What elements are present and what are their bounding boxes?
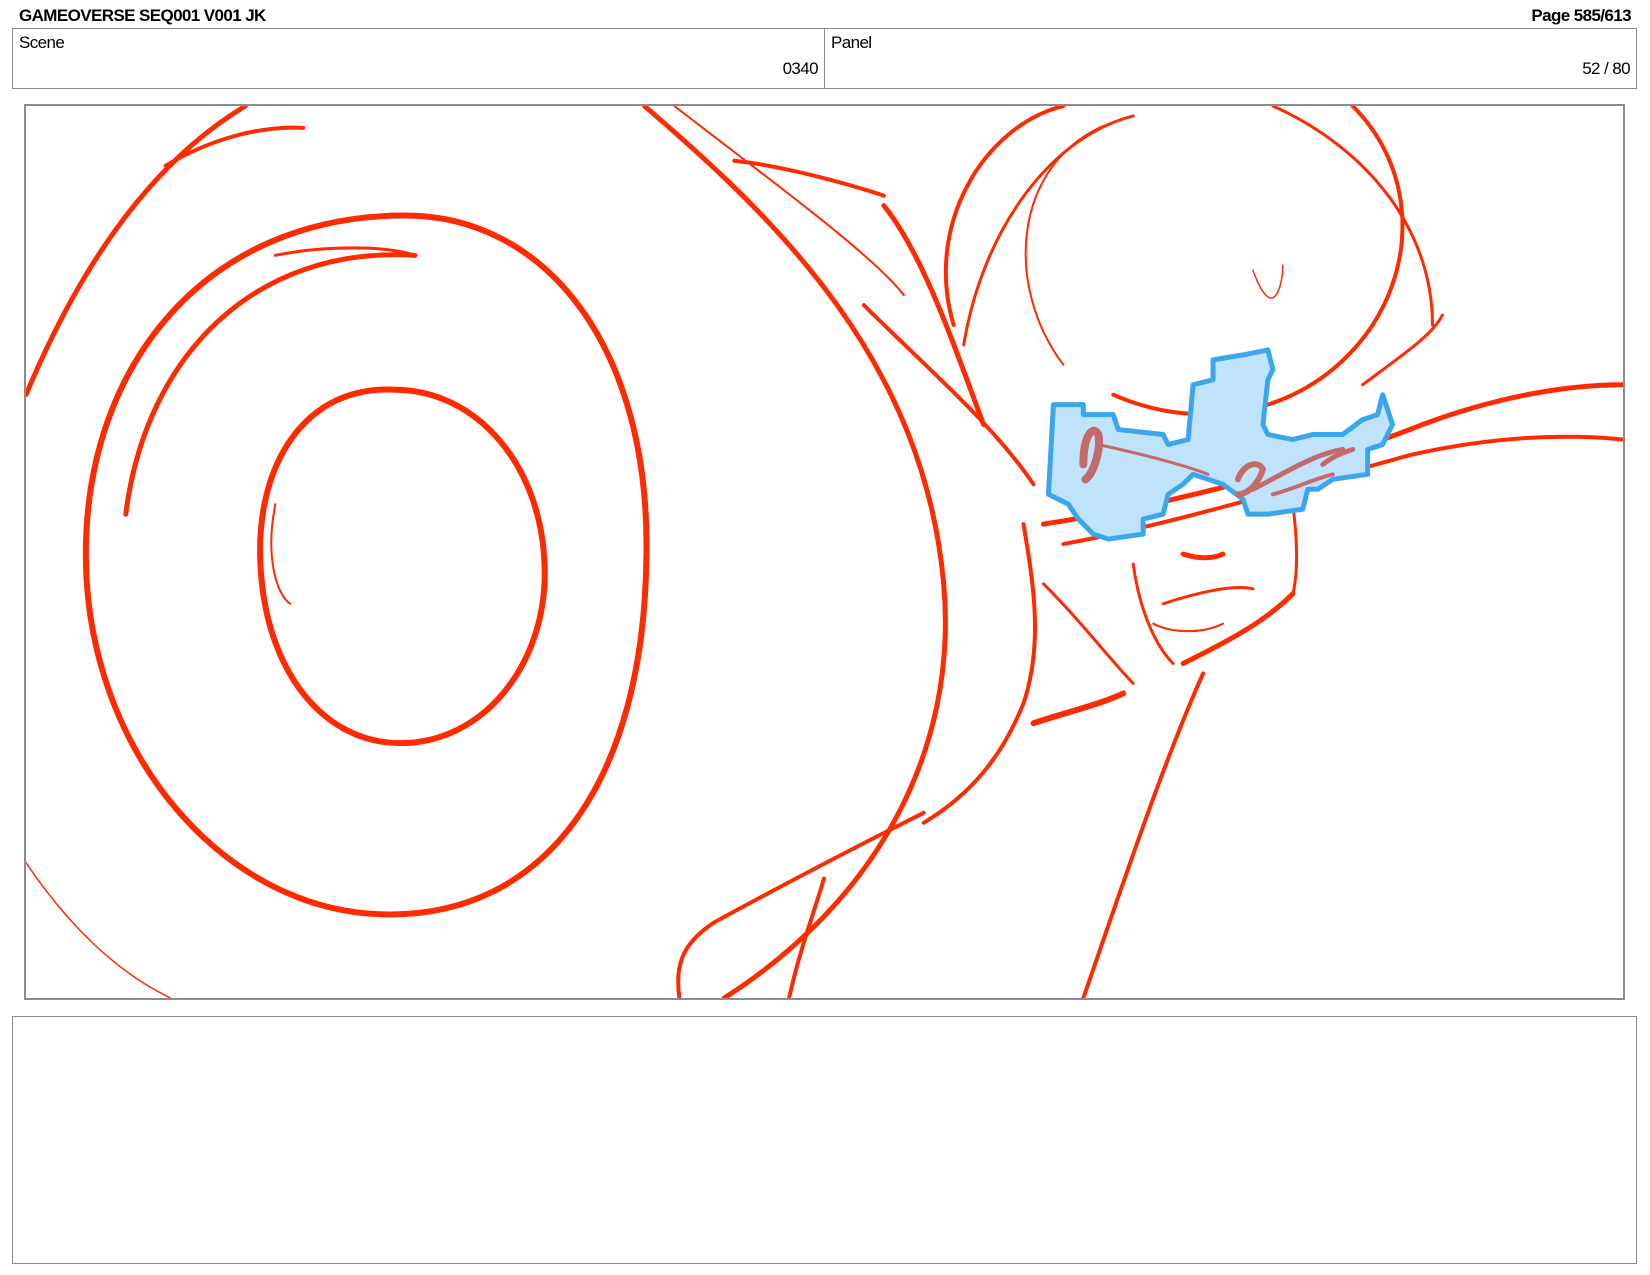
sketch-stroke-outer-arc [26,106,248,398]
panel-cell: Panel 52 / 80 [824,29,1636,88]
sketch-stroke-face [1131,562,1175,665]
scene-label: Scene [19,33,65,52]
panel-value: 52 / 80 [1582,59,1630,78]
shot-info-table: Scene 0340 Panel 52 / 80 [12,28,1637,89]
scene-cell: Scene 0340 [13,29,824,88]
storyboard-panel [24,104,1625,1000]
scene-value: 0340 [782,59,819,78]
page-header: GAMEOVERSE SEQ001 V001 JK Page 585/613 [19,6,1632,28]
sketch-stroke-head [943,106,1066,328]
page-indicator: Page 585/613 [1531,6,1631,25]
document-title: GAMEOVERSE SEQ001 V001 JK [19,6,266,25]
notes-box [12,1016,1637,1264]
sketch-stroke-outer-ring [82,212,650,918]
storyboard-sketch [26,106,1623,998]
panel-label: Panel [831,33,872,52]
sketch-stroke-inner-ring [257,386,548,747]
sunglasses-overlay [1045,347,1396,542]
